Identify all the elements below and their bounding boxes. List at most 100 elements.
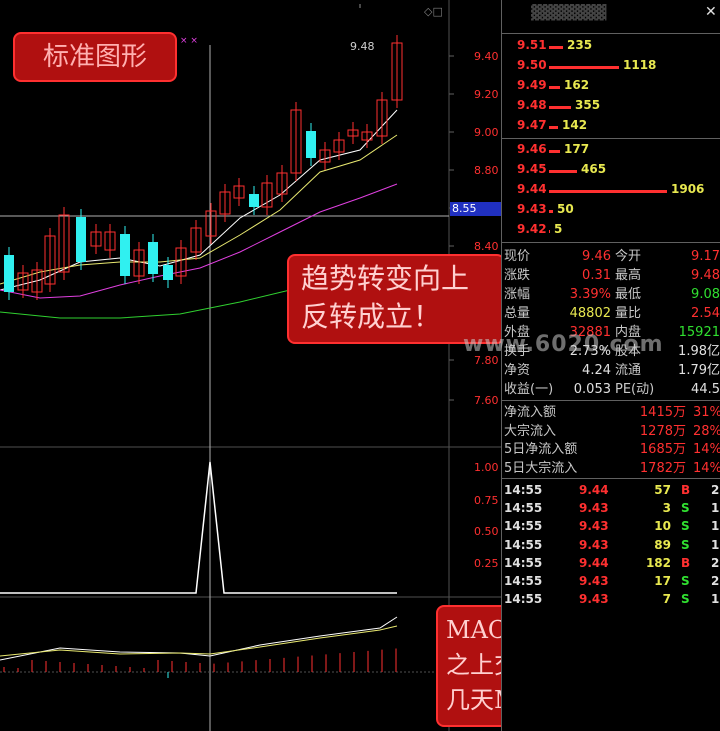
quote-value: 2.54 bbox=[691, 306, 720, 321]
ask-volume: 142 bbox=[562, 118, 588, 132]
price-axis-label: 9.20 bbox=[474, 88, 499, 101]
price-axis-label: 7.60 bbox=[474, 394, 499, 407]
tick-volume: 7 bbox=[662, 592, 671, 607]
indicator-axis-label: 1.00 bbox=[474, 461, 499, 474]
tick-count: 1 bbox=[711, 537, 720, 552]
bid-volume: 5 bbox=[554, 222, 563, 236]
trend-annotation: 趋势转变向上 反转成立！ bbox=[287, 254, 505, 344]
candle-body-down bbox=[120, 234, 130, 276]
ask-volume: 355 bbox=[575, 98, 601, 112]
bid-row[interactable]: 9.43 50 bbox=[501, 202, 720, 220]
bid-volume-bar bbox=[549, 210, 553, 213]
price-axis-label: 9.00 bbox=[474, 126, 499, 139]
quote-label: 总量 bbox=[504, 306, 531, 321]
tick-count: 1 bbox=[711, 501, 720, 516]
sep-quote bbox=[501, 242, 720, 243]
quote-label: PE(动) bbox=[615, 382, 655, 397]
quote-value: 0.31 bbox=[582, 268, 611, 283]
quote-label: 最高 bbox=[615, 268, 642, 283]
ask-volume-bar bbox=[549, 86, 560, 89]
tick-row[interactable]: 14:55 9.43 17 S 2 bbox=[501, 572, 720, 590]
tick-price: 9.43 bbox=[579, 519, 609, 534]
tick-row[interactable]: 14:55 9.43 7 S 1 bbox=[501, 590, 720, 608]
indicator-spike-line bbox=[0, 461, 397, 594]
ask-price: 9.51 bbox=[517, 38, 547, 52]
quote-value: 1.98亿 bbox=[678, 344, 720, 359]
kline-chart[interactable]: 9.409.209.008.808.608.407.807.601.000.75… bbox=[0, 0, 501, 731]
tick-side: S bbox=[681, 501, 690, 516]
tick-row[interactable]: 14:55 9.44 182 B 2 bbox=[501, 554, 720, 572]
quote-label: 收益(一) bbox=[504, 382, 554, 397]
bid-volume-bar bbox=[549, 170, 577, 173]
flow-percent: 14% bbox=[693, 460, 720, 476]
tick-row[interactable]: 14:55 9.43 89 S 1 bbox=[501, 536, 720, 554]
ask-volume: 235 bbox=[567, 38, 593, 52]
trend-annotation-line1: 趋势转变向上 bbox=[301, 262, 470, 295]
tick-time: 14:55 bbox=[504, 555, 543, 570]
ask-row[interactable]: 9.47 142 bbox=[501, 118, 720, 136]
tick-side: B bbox=[681, 483, 691, 497]
ask-price: 9.47 bbox=[517, 118, 547, 132]
candle-body-down bbox=[249, 194, 259, 207]
bid-row[interactable]: 9.44 1906 bbox=[501, 182, 720, 200]
indicator-axis-label: 0.50 bbox=[474, 525, 499, 538]
ask-price: 9.50 bbox=[517, 58, 547, 72]
flow-value: 1415万 bbox=[639, 405, 686, 420]
flow-value: 1685万 bbox=[639, 442, 686, 457]
tick-volume: 10 bbox=[654, 519, 671, 534]
ask-volume-bar bbox=[549, 66, 619, 69]
tick-time: 14:55 bbox=[504, 574, 543, 588]
bid-price: 9.44 bbox=[517, 182, 547, 196]
tick-row[interactable]: 14:55 9.44 57 B 2 bbox=[501, 481, 720, 499]
quote-value: 15921 bbox=[678, 325, 720, 340]
signal-marks: × × bbox=[180, 36, 198, 46]
tick-row[interactable]: 14:55 9.43 10 S 1 bbox=[501, 517, 720, 535]
bid-volume: 1906 bbox=[671, 182, 705, 196]
flow-percent: 31% bbox=[693, 405, 720, 420]
flow-value: 1278万 bbox=[639, 423, 686, 439]
tick-volume: 182 bbox=[645, 555, 671, 570]
tick-price: 9.43 bbox=[579, 592, 609, 607]
bid-row[interactable]: 9.45 465 bbox=[501, 162, 720, 180]
tick-volume: 89 bbox=[654, 537, 671, 552]
tick-price: 9.44 bbox=[579, 483, 609, 497]
ask-row[interactable]: 9.50 1118 bbox=[501, 58, 720, 76]
bid-volume-bar bbox=[549, 190, 667, 193]
title-annotation: 标准图形 bbox=[13, 32, 177, 82]
candle-body-down bbox=[306, 131, 316, 158]
chart-toolbar-icons[interactable]: ◇□ bbox=[424, 5, 443, 18]
current-price-tag: 8.55 bbox=[450, 202, 502, 216]
ask-row[interactable]: 9.49 162 bbox=[501, 78, 720, 96]
indicator-axis-label: 0.25 bbox=[474, 557, 499, 570]
ask-row[interactable]: 9.48 355 bbox=[501, 98, 720, 116]
tick-row[interactable]: 14:55 9.43 3 S 1 bbox=[501, 499, 720, 517]
quote-panel: ▓▓▓▓▓▓▓ ✕ 9.51 235 9.50 1118 9.49 162 9.48 … bbox=[501, 0, 720, 731]
ask-volume: 162 bbox=[564, 78, 590, 92]
quote-value: 4.24 bbox=[582, 363, 611, 378]
flow-percent: 28% bbox=[693, 423, 720, 439]
ask-price: 9.48 bbox=[517, 98, 547, 112]
quote-label: 净资 bbox=[504, 363, 531, 378]
ask-volume: 1118 bbox=[623, 58, 657, 72]
ask-row[interactable]: 9.51 235 bbox=[501, 38, 720, 56]
quote-value: 3.39% bbox=[569, 287, 611, 302]
tick-time: 14:55 bbox=[504, 501, 543, 516]
bid-row[interactable]: 9.46 177 bbox=[501, 142, 720, 160]
tick-price: 9.43 bbox=[579, 574, 609, 588]
candle-body-down bbox=[163, 265, 173, 280]
tick-count: 2 bbox=[711, 483, 720, 497]
bid-price: 9.43 bbox=[517, 202, 547, 216]
tick-side: S bbox=[681, 574, 690, 588]
tick-count: 1 bbox=[711, 592, 720, 607]
tick-side: S bbox=[681, 592, 690, 607]
panel-close-icon[interactable]: ✕ bbox=[705, 4, 717, 20]
quote-label: 最低 bbox=[615, 287, 642, 302]
flow-label: 大宗流入 bbox=[504, 423, 557, 439]
quote-value: 1.79亿 bbox=[678, 363, 720, 378]
bid-volume: 177 bbox=[564, 142, 590, 156]
panel-header: ▓▓▓▓▓▓▓ bbox=[531, 5, 607, 21]
bid-price: 9.42 bbox=[517, 222, 547, 236]
high-price-marker: 9.48 bbox=[350, 40, 375, 53]
bid-row[interactable]: 9.42 5 bbox=[501, 222, 720, 240]
tick-volume: 17 bbox=[654, 574, 671, 588]
